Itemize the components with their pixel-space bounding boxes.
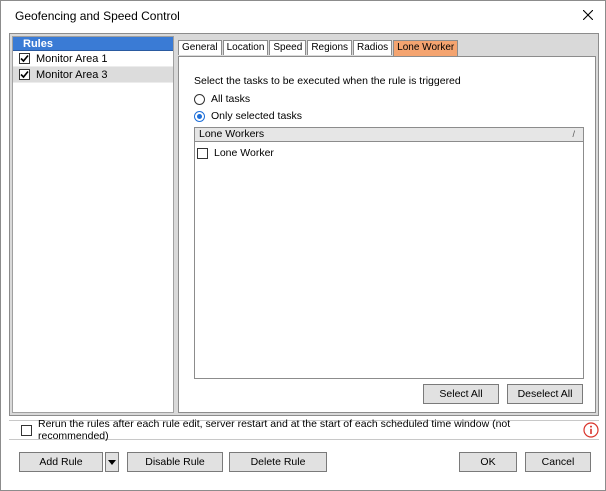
title-bar: Geofencing and Speed Control [1,1,605,29]
deselect-all-button[interactable]: Deselect All [507,384,583,404]
list-item[interactable]: Lone Worker [195,146,583,160]
rule-label: Monitor Area 1 [36,52,108,65]
tab-radios[interactable]: Radios [353,40,393,55]
instruction-text: Select the tasks to be executed when the… [194,75,461,87]
radio-all-tasks[interactable]: All tasks [194,93,250,105]
select-all-button[interactable]: Select All [423,384,499,404]
ok-button[interactable]: OK [459,452,517,472]
list-item-label: Lone Worker [214,147,274,159]
dialog-button-bar: Add Rule Disable Rule Delete Rule OK Can… [9,444,599,480]
lone-worker-panel: Select the tasks to be executed when the… [178,56,596,413]
rerun-option: Rerun the rules after each rule edit, se… [9,418,599,442]
delete-rule-button[interactable]: Delete Rule [229,452,327,472]
cancel-button[interactable]: Cancel [525,452,591,472]
tab-regions[interactable]: Regions [307,40,353,55]
checkmark-icon [20,54,29,63]
dialog-window: Geofencing and Speed Control Rules Monit… [0,0,606,491]
rerun-checkbox[interactable] [21,424,32,436]
tab-strip: General Location Speed Regions Radios Lo… [178,40,459,56]
radio-button[interactable] [194,93,205,105]
rerun-label: Rerun the rules after each rule edit, se… [38,418,511,442]
rule-item-monitor-area-3[interactable]: Monitor Area 3 [13,67,173,83]
column-header-label: Lone Workers [199,128,265,140]
window-title: Geofencing and Speed Control [15,9,180,23]
tab-general[interactable]: General [178,40,222,55]
radio-label: Only selected tasks [211,110,303,122]
disable-rule-button[interactable]: Disable Rule [127,452,223,472]
radio-label: All tasks [211,93,251,105]
chevron-down-icon [108,459,116,465]
lone-workers-list: Lone Workers / Lone Worker [194,127,584,379]
rule-label: Monitor Area 3 [36,68,108,81]
rule-item-monitor-area-1[interactable]: Monitor Area 1 [13,51,173,67]
main-area: Rules Monitor Area 1 Monitor Area 3 Gene… [9,33,599,416]
lone-worker-checkbox[interactable] [197,147,208,159]
tab-location[interactable]: Location [222,40,269,55]
radio-only-selected-tasks[interactable]: Only selected tasks [194,110,302,122]
tab-lone-worker[interactable]: Lone Worker [393,40,459,56]
rule-checkbox[interactable] [19,53,30,64]
list-column-header[interactable]: Lone Workers / [195,128,583,142]
info-icon[interactable] [583,422,599,438]
close-icon [583,10,593,20]
rules-header: Rules [13,37,173,51]
add-rule-button[interactable]: Add Rule [19,452,103,472]
sort-indicator: / [572,129,575,139]
add-rule-dropdown-button[interactable] [105,452,119,472]
close-button[interactable] [577,5,599,25]
rule-checkbox[interactable] [19,69,30,80]
checkmark-icon [20,70,29,79]
rules-list: Rules Monitor Area 1 Monitor Area 3 [12,36,174,413]
radio-button[interactable] [194,110,205,122]
tab-speed[interactable]: Speed [269,40,307,55]
